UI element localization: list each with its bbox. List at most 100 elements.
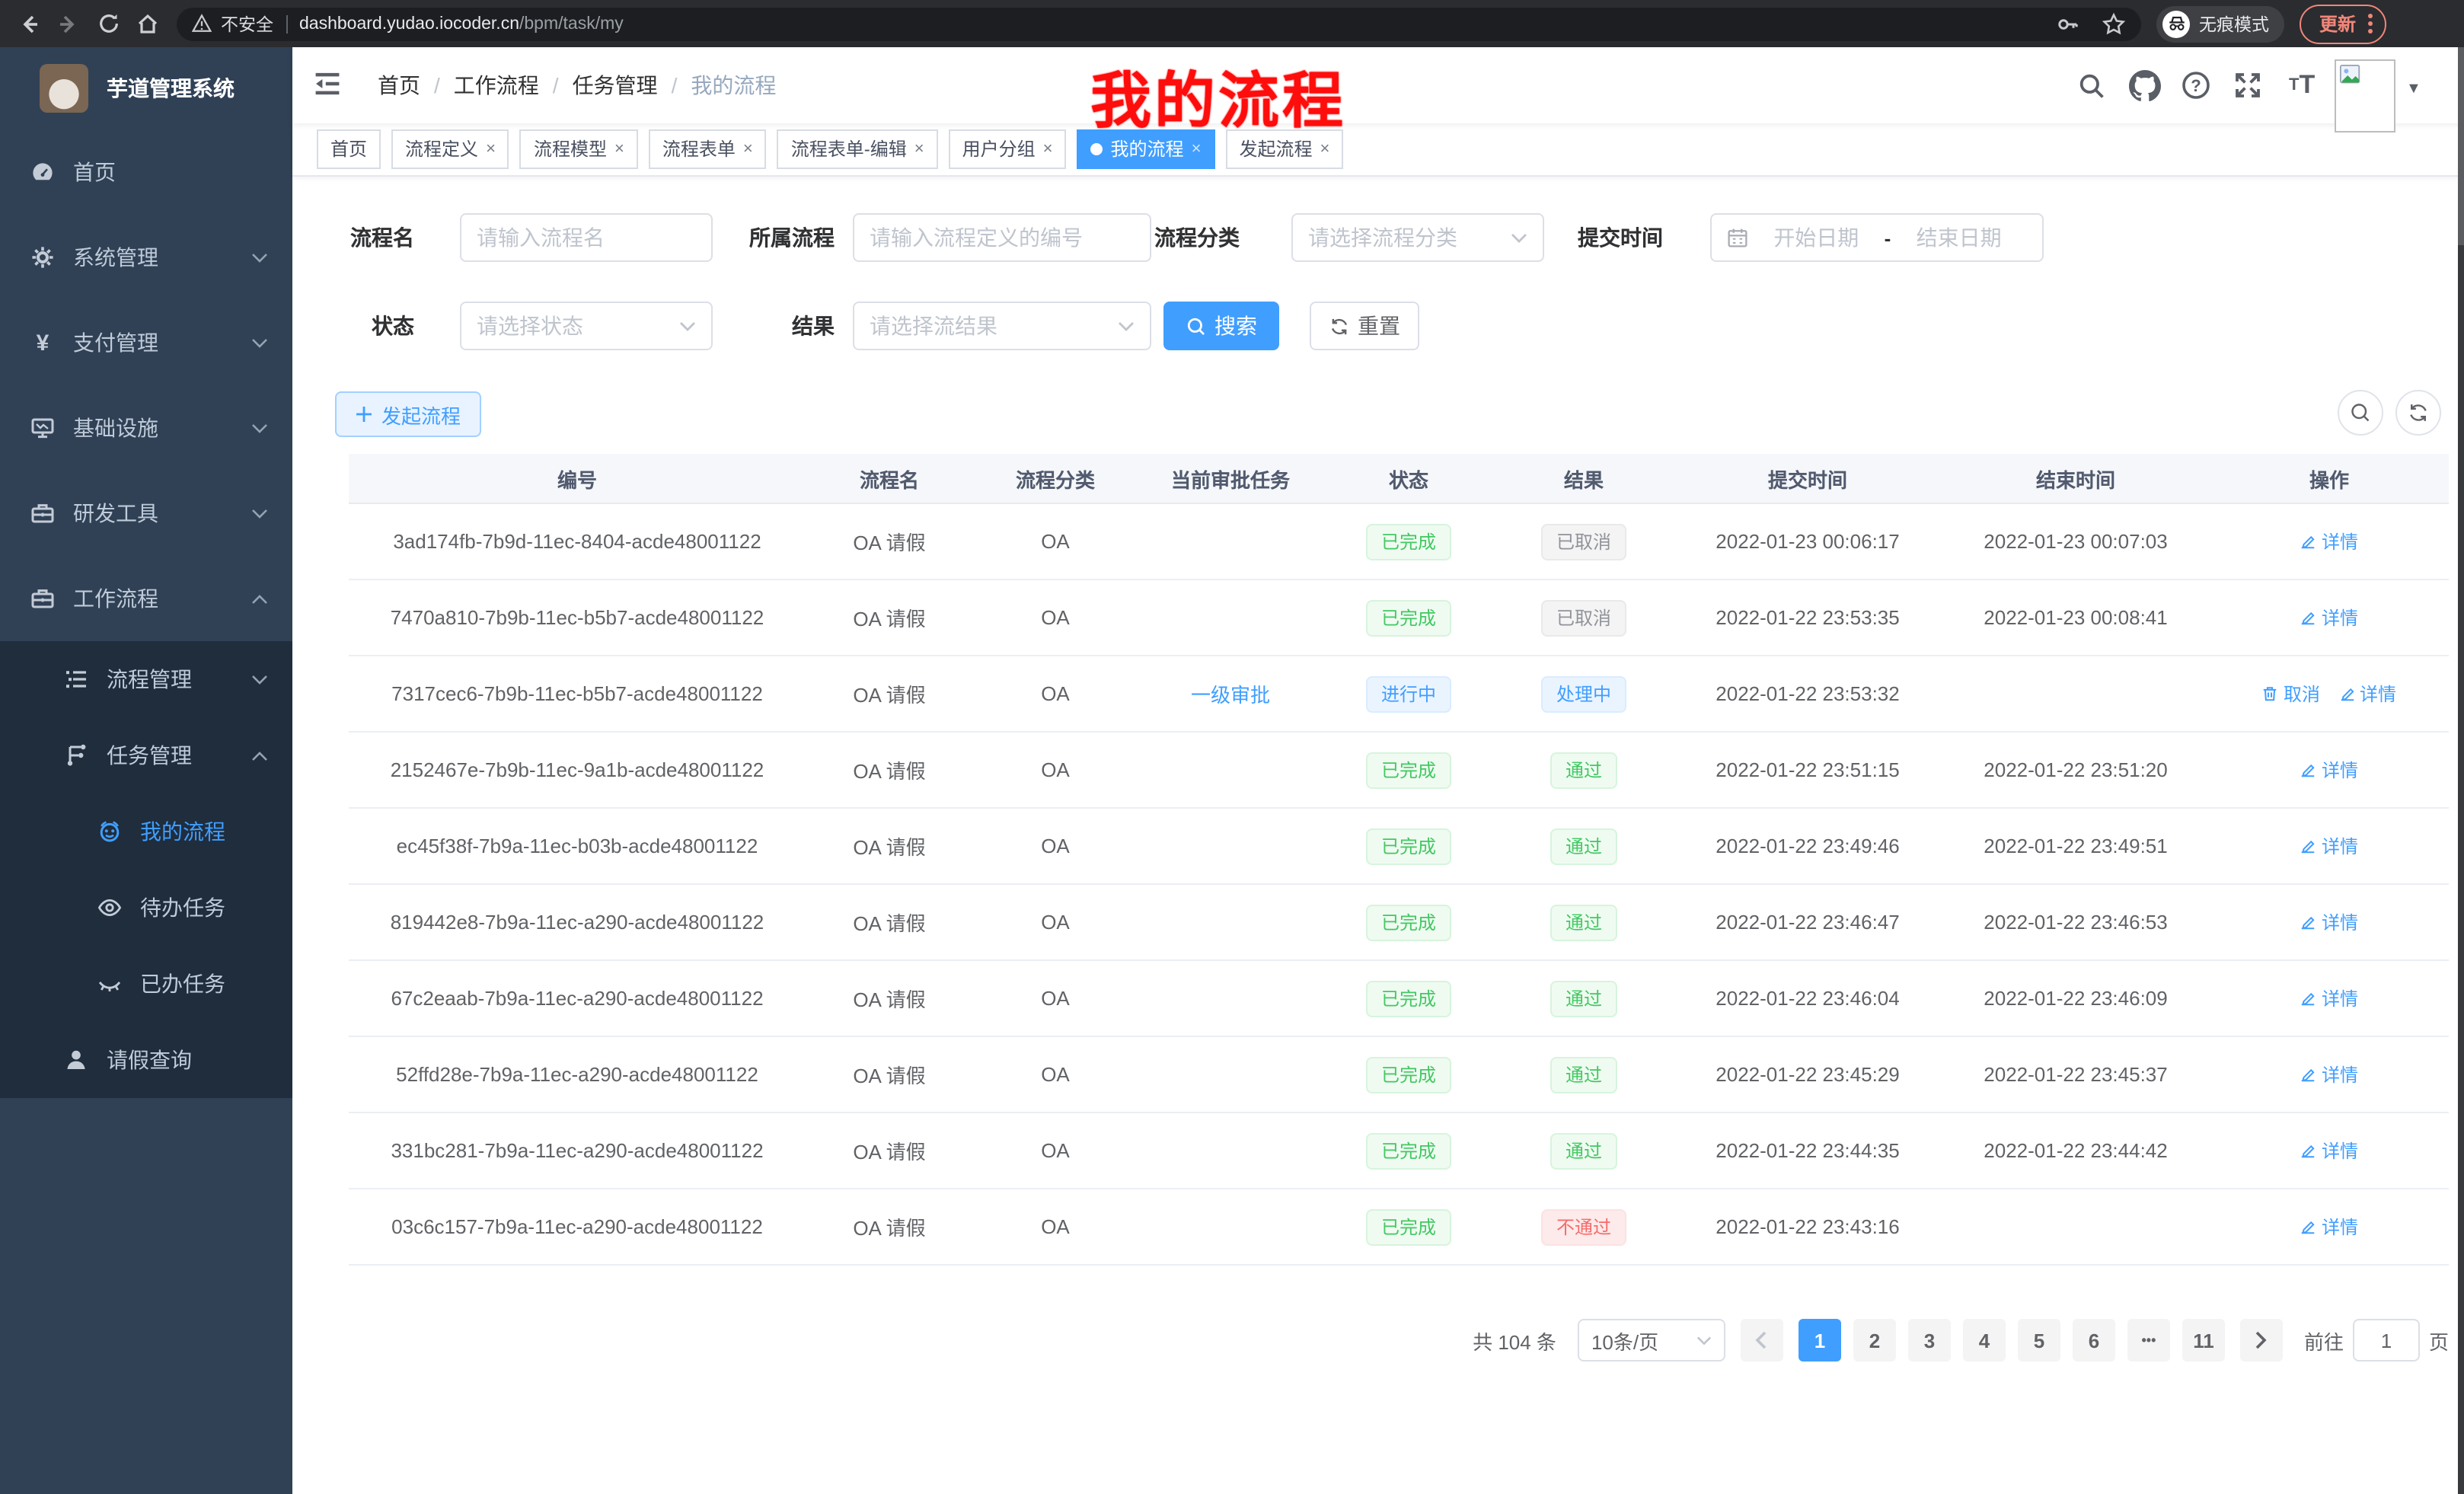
cell-actions: 详情 <box>2210 884 2449 960</box>
table-row: 819442e8-7b9a-11ec-a290-acde48001122OA 请… <box>349 884 2449 960</box>
address-bar[interactable]: 不安全 dashboard.yudao.iocoder.cn/bpm/task/… <box>177 7 2141 40</box>
tab-流程定义[interactable]: 流程定义× <box>391 129 509 169</box>
browser-scrollbar-thumb[interactable] <box>2458 47 2464 245</box>
avatar[interactable] <box>2335 59 2395 132</box>
robot-icon <box>97 819 122 844</box>
help-icon[interactable]: ? <box>2181 47 2211 123</box>
detail-action[interactable]: 详情 <box>2300 909 2358 935</box>
column-header-当前审批任务: 当前审批任务 <box>1138 454 1323 503</box>
search-button[interactable]: 搜索 <box>1163 302 1279 350</box>
breadcrumb-item-工作流程[interactable]: 工作流程 <box>454 70 539 101</box>
reset-label: 重置 <box>1358 311 1400 341</box>
page-button-3[interactable]: 3 <box>1908 1319 1951 1362</box>
cell-submit-time: 2022-01-22 23:43:16 <box>1674 1189 1942 1265</box>
home-icon[interactable] <box>128 4 168 43</box>
sidebar-item-支付管理[interactable]: ¥支付管理 <box>0 300 292 385</box>
detail-action[interactable]: 详情 <box>2300 605 2358 630</box>
tab-首页[interactable]: 首页 <box>317 129 381 169</box>
password-key-icon[interactable] <box>2056 11 2080 36</box>
close-icon[interactable]: × <box>1043 141 1053 158</box>
show-search-toggle-button[interactable] <box>2338 390 2383 436</box>
category-select[interactable]: 请选择流程分类 <box>1291 213 1544 262</box>
detail-action[interactable]: 详情 <box>2300 1138 2358 1164</box>
prev-page-button[interactable] <box>1741 1319 1783 1362</box>
close-icon[interactable]: × <box>614 141 624 158</box>
breadcrumb-item-首页[interactable]: 首页 <box>378 70 420 101</box>
goto-page-input[interactable]: 1 <box>2353 1319 2420 1362</box>
cell-submit-time: 2022-01-22 23:46:47 <box>1674 884 1942 960</box>
page-button-5[interactable]: 5 <box>2018 1319 2060 1362</box>
sidebar-item-label: 已办任务 <box>140 969 225 999</box>
close-icon[interactable]: × <box>743 141 753 158</box>
cell-name: OA 请假 <box>806 1036 973 1113</box>
page-button-1[interactable]: 1 <box>1799 1319 1841 1362</box>
forward-icon[interactable] <box>49 4 88 43</box>
cell-id: 03c6c157-7b9a-11ec-a290-acde48001122 <box>349 1189 806 1265</box>
sidebar-item-首页[interactable]: 首页 <box>0 129 292 215</box>
sidebar-item-待办任务[interactable]: 待办任务 <box>0 870 292 946</box>
close-icon[interactable]: × <box>1320 141 1329 158</box>
app-logo[interactable]: 芋道管理系统 <box>0 47 292 129</box>
detail-action[interactable]: 详情 <box>2300 985 2358 1011</box>
browser-menu-icon[interactable] <box>2368 14 2373 34</box>
back-icon[interactable] <box>9 4 49 43</box>
page-button-2[interactable]: 2 <box>1853 1319 1896 1362</box>
table-header-row: 编号流程名流程分类当前审批任务状态结果提交时间结束时间操作 <box>349 454 2449 503</box>
detail-action[interactable]: 详情 <box>2300 757 2358 783</box>
tab-流程表单[interactable]: 流程表单× <box>649 129 767 169</box>
detail-action[interactable]: 详情 <box>2300 528 2358 554</box>
close-icon[interactable]: × <box>1192 141 1202 158</box>
sidebar-item-基础设施[interactable]: 基础设施 <box>0 385 292 471</box>
sidebar-item-我的流程[interactable]: 我的流程 <box>0 793 292 870</box>
github-icon[interactable] <box>2129 47 2161 123</box>
close-icon[interactable]: × <box>486 141 496 158</box>
reset-button[interactable]: 重置 <box>1310 302 1419 350</box>
sidebar-item-请假查询[interactable]: 请假查询 <box>0 1022 292 1098</box>
submit-time-range-picker[interactable]: 开始日期 - 结束日期 <box>1710 213 2044 262</box>
status-select[interactable]: 请选择状态 <box>460 302 713 350</box>
detail-action[interactable]: 详情 <box>2300 1061 2358 1087</box>
task-link[interactable]: 一级审批 <box>1191 684 1270 707</box>
fullscreen-icon[interactable] <box>2233 47 2263 123</box>
detail-action[interactable]: 详情 <box>2300 1214 2358 1240</box>
sidebar-item-工作流程[interactable]: 工作流程 <box>0 556 292 641</box>
dashboard-icon <box>30 160 55 184</box>
result-select[interactable]: 请选择流结果 <box>853 302 1151 350</box>
name-input[interactable]: 请输入流程名 <box>460 213 713 262</box>
font-size-icon[interactable]: TT <box>2289 47 2315 123</box>
browser-scrollbar[interactable] <box>2458 47 2464 1494</box>
detail-action[interactable]: 详情 <box>2338 681 2396 707</box>
tab-流程模型[interactable]: 流程模型× <box>520 129 638 169</box>
cell-submit-time: 2022-01-22 23:46:04 <box>1674 960 1942 1036</box>
sidebar-item-流程管理[interactable]: 流程管理 <box>0 641 292 717</box>
collapse-sidebar-icon[interactable] <box>311 67 347 104</box>
page-size-select[interactable]: 10条/页 <box>1578 1319 1725 1362</box>
sidebar-item-已办任务[interactable]: 已办任务 <box>0 946 292 1022</box>
page-button-11[interactable]: 11 <box>2182 1319 2225 1362</box>
reload-icon[interactable] <box>88 4 128 43</box>
page-size-value: 10条/页 <box>1591 1326 1658 1355</box>
page-button-6[interactable]: 6 <box>2073 1319 2115 1362</box>
more-pages-icon[interactable]: ••• <box>2127 1319 2170 1362</box>
close-icon[interactable]: × <box>914 141 924 158</box>
breadcrumb-item-任务管理[interactable]: 任务管理 <box>573 70 658 101</box>
definition-input[interactable]: 请输入流程定义的编号 <box>853 213 1151 262</box>
next-page-button[interactable] <box>2240 1319 2283 1362</box>
detail-action[interactable]: 详情 <box>2300 833 2358 859</box>
avatar-dropdown-icon[interactable]: ▼ <box>2406 81 2421 97</box>
sidebar-item-研发工具[interactable]: 研发工具 <box>0 471 292 556</box>
header-search-icon[interactable] <box>2077 47 2106 123</box>
cancel-action[interactable]: 取消 <box>2262 681 2320 707</box>
sidebar-item-任务管理[interactable]: 任务管理 <box>0 717 292 793</box>
tree-icon <box>64 743 88 768</box>
filter-time-label: 提交时间 <box>1578 213 1663 262</box>
sidebar-item-系统管理[interactable]: 系统管理 <box>0 215 292 300</box>
edit-icon <box>2300 1066 2317 1083</box>
bookmark-star-icon[interactable] <box>2102 11 2126 36</box>
page-button-4[interactable]: 4 <box>1963 1319 2006 1362</box>
breadcrumb-separator: / <box>434 73 440 97</box>
update-button[interactable]: 更新 <box>2300 4 2386 43</box>
create-process-button[interactable]: 发起流程 <box>335 391 481 437</box>
refresh-table-button[interactable] <box>2395 390 2441 436</box>
chevron-down-icon <box>251 252 268 263</box>
